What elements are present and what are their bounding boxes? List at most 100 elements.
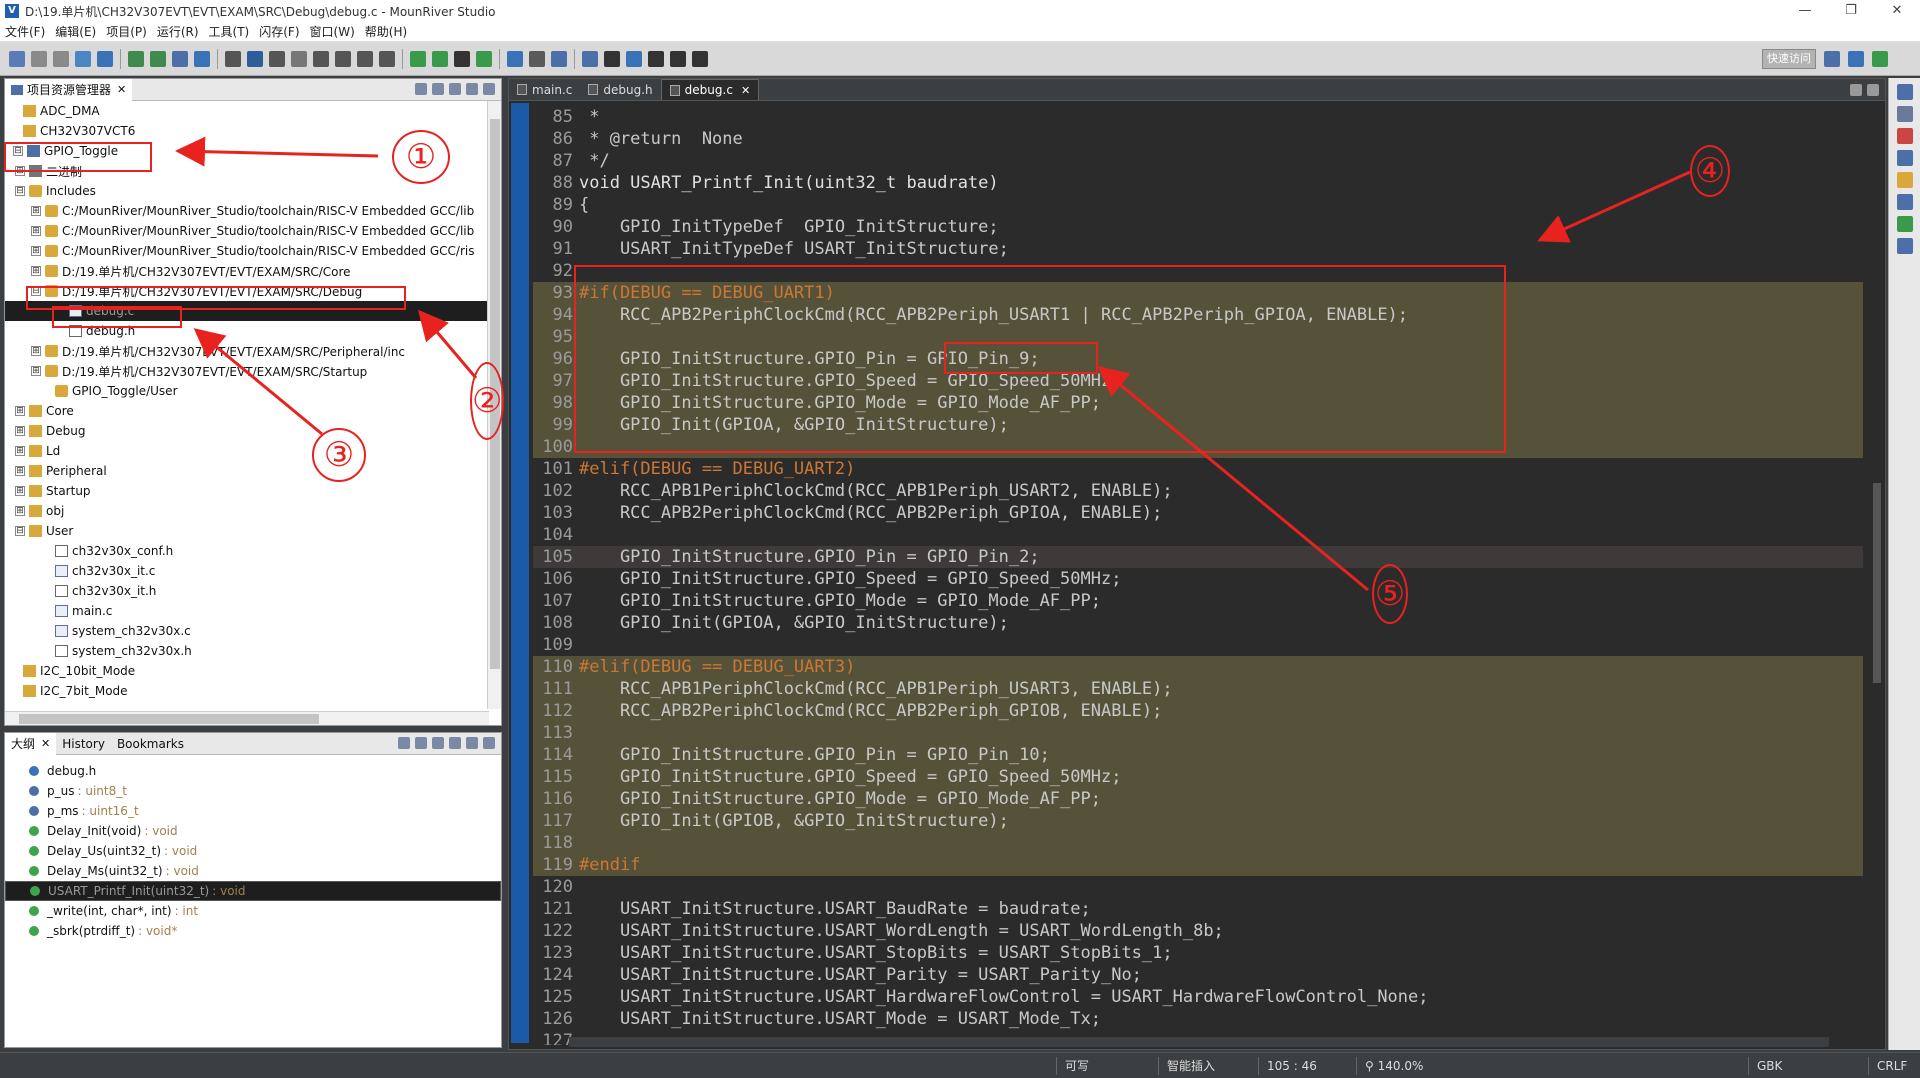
code-line[interactable]: 118: [533, 832, 1863, 854]
code-line[interactable]: 87 */: [533, 150, 1863, 172]
rebuild-icon[interactable]: [150, 50, 166, 67]
properties-view-icon[interactable]: [1896, 238, 1913, 254]
menu-flash[interactable]: 闪存(F): [254, 23, 304, 40]
tree-item[interactable]: ⊞ Debug: [5, 421, 487, 441]
code-line[interactable]: 117 GPIO_Init(GPIOB, &GPIO_InitStructure…: [533, 810, 1863, 832]
tab-outline[interactable]: 大纲 ✕: [5, 732, 57, 755]
code-line[interactable]: 106 GPIO_InitStructure.GPIO_Speed = GPIO…: [533, 568, 1863, 590]
save-all-icon[interactable]: [53, 50, 69, 67]
prev-annotation-icon[interactable]: [582, 50, 598, 67]
outline-view-icon[interactable]: [1896, 106, 1913, 122]
outline-item[interactable]: Delay_Ms(uint32_t): void: [5, 861, 501, 881]
menu-window[interactable]: 窗口(W): [305, 23, 360, 40]
code-line[interactable]: 119 #endif: [533, 854, 1863, 876]
outline-item[interactable]: _sbrk(ptrdiff_t): void*: [5, 921, 501, 941]
clean-icon[interactable]: [172, 50, 188, 67]
code-line[interactable]: 86 * @return None: [533, 128, 1863, 150]
code-line[interactable]: 124 USART_InitStructure.USART_Parity = U…: [533, 964, 1863, 986]
editor-horizontal-scrollbar[interactable]: [569, 1037, 1829, 1047]
menu-file[interactable]: 文件(F): [0, 23, 50, 40]
task-icon[interactable]: [551, 50, 567, 67]
tree-item[interactable]: ⊞ obj: [5, 501, 487, 521]
code-line[interactable]: 115 GPIO_InitStructure.GPIO_Speed = GPIO…: [533, 766, 1863, 788]
external-tools-icon[interactable]: [476, 50, 492, 67]
maximize-view-icon[interactable]: [1867, 84, 1879, 96]
close-icon[interactable]: ✕: [117, 83, 126, 96]
tree-item[interactable]: ⊞ D:/19.单片机/CH32V307EVT/EVT/EXAM/SRC/Core: [5, 261, 487, 281]
code-line[interactable]: 110 #elif(DEBUG == DEBUG_UART3): [533, 656, 1863, 678]
back-nav-icon[interactable]: [626, 50, 642, 67]
expand-icon[interactable]: ⊞: [15, 406, 25, 416]
tree-item[interactable]: ⊟ Includes: [5, 181, 487, 201]
tab-main-c[interactable]: main.c: [509, 79, 580, 100]
open-perspective-icon[interactable]: [1824, 51, 1840, 67]
link-editor-icon[interactable]: [432, 83, 444, 95]
code-line[interactable]: 89 {: [533, 194, 1863, 216]
tree-item[interactable]: ⊞ D:/19.单片机/CH32V307EVT/EVT/EXAM/SRC/Peri…: [5, 341, 487, 361]
code-line[interactable]: 122 USART_InitStructure.USART_WordLength…: [533, 920, 1863, 942]
tree-item[interactable]: ⊞ Startup: [5, 481, 487, 501]
back-icon[interactable]: [604, 50, 620, 67]
outline-item[interactable]: p_ms: uint16_t: [5, 801, 501, 821]
menu-run[interactable]: 运行(R): [152, 23, 204, 40]
tasks-icon[interactable]: [1896, 172, 1913, 188]
debug-icon[interactable]: [410, 50, 426, 67]
build-icon[interactable]: [128, 50, 144, 67]
tree-item[interactable]: ⊞ C:/MounRiver/MounRiver_Studio/toolchain…: [5, 221, 487, 241]
maximize-view-icon[interactable]: [483, 83, 495, 95]
pin-editor-icon[interactable]: [692, 50, 708, 67]
tree-item[interactable]: ch32v30x_it.c: [5, 561, 487, 581]
tree-item[interactable]: ⊞ C:/MounRiver/MounRiver_Studio/toolchain…: [5, 241, 487, 261]
print-icon[interactable]: [75, 50, 91, 67]
disconnect-icon[interactable]: [313, 50, 329, 67]
step-into-icon[interactable]: [335, 50, 351, 67]
expand-icon[interactable]: ⊞: [31, 206, 41, 216]
expand-icon[interactable]: ⊞: [15, 446, 25, 456]
code-line[interactable]: 91 USART_InitTypeDef USART_InitStructure…: [533, 238, 1863, 260]
code-line[interactable]: 126 USART_InitStructure.USART_Mode = USA…: [533, 1008, 1863, 1030]
tree-item[interactable]: ⊞ C:/MounRiver/MounRiver_Studio/toolchain…: [5, 201, 487, 221]
expand-icon[interactable]: ⊞: [15, 426, 25, 436]
console-icon[interactable]: [225, 50, 241, 67]
code-lines[interactable]: 85 * 86 * @return None 87 */88 void USART_P…: [533, 106, 1863, 1045]
outline-item[interactable]: Delay_Us(uint32_t): void: [5, 841, 501, 861]
open-type-icon[interactable]: [529, 50, 545, 67]
minimize-view-icon[interactable]: [466, 83, 478, 95]
save-icon[interactable]: [31, 50, 47, 67]
tab-project-explorer[interactable]: 项目资源管理器 ✕: [5, 78, 133, 101]
close-button[interactable]: ✕: [1874, 0, 1920, 22]
search-icon[interactable]: [507, 50, 523, 67]
code-line[interactable]: 114 GPIO_InitStructure.GPIO_Pin = GPIO_P…: [533, 744, 1863, 766]
explorer-horizontal-scrollbar[interactable]: [5, 711, 489, 725]
code-line[interactable]: 102 RCC_APB1PeriphClockCmd(RCC_APB1Perip…: [533, 480, 1863, 502]
code-line[interactable]: 85 *: [533, 106, 1863, 128]
code-line[interactable]: 125 USART_InitStructure.USART_HardwareFl…: [533, 986, 1863, 1008]
menu-project[interactable]: 项目(P): [101, 23, 152, 40]
search-view-icon[interactable]: [1896, 194, 1913, 210]
step-return-icon[interactable]: [379, 50, 395, 67]
maximize-button[interactable]: ❐: [1828, 0, 1874, 22]
tab-debug-h[interactable]: debug.h: [580, 79, 660, 100]
minimize-view-icon[interactable]: [1850, 84, 1862, 96]
tree-item[interactable]: ⊞ Peripheral: [5, 461, 487, 481]
expand-icon[interactable]: ⊞: [15, 486, 25, 496]
terminal-icon[interactable]: [454, 50, 470, 67]
tab-debug-c[interactable]: debug.c ✕: [660, 79, 760, 100]
expand-icon[interactable]: ⊞: [31, 266, 41, 276]
expand-icon[interactable]: ⊞: [31, 226, 41, 236]
tree-item[interactable]: ch32v30x_conf.h: [5, 541, 487, 561]
code-line[interactable]: 90 GPIO_InitTypeDef GPIO_InitStructure;: [533, 216, 1863, 238]
download-icon[interactable]: [194, 50, 210, 67]
tab-history[interactable]: History: [56, 733, 111, 755]
hide-static-icon[interactable]: [432, 737, 444, 749]
code-line[interactable]: 109: [533, 634, 1863, 656]
tree-item[interactable]: ⊞ Ld: [5, 441, 487, 461]
tree-item[interactable]: main.c: [5, 601, 487, 621]
close-icon[interactable]: ✕: [741, 84, 750, 97]
debug-view-icon[interactable]: [1896, 216, 1913, 232]
outline-item[interactable]: USART_Printf_Init(uint32_t): void: [5, 881, 501, 901]
expand-icon[interactable]: ⊞: [31, 346, 41, 356]
code-line[interactable]: 108 GPIO_Init(GPIOA, &GPIO_InitStructure…: [533, 612, 1863, 634]
step-over-icon[interactable]: [357, 50, 373, 67]
minimize-button[interactable]: —: [1782, 0, 1828, 22]
